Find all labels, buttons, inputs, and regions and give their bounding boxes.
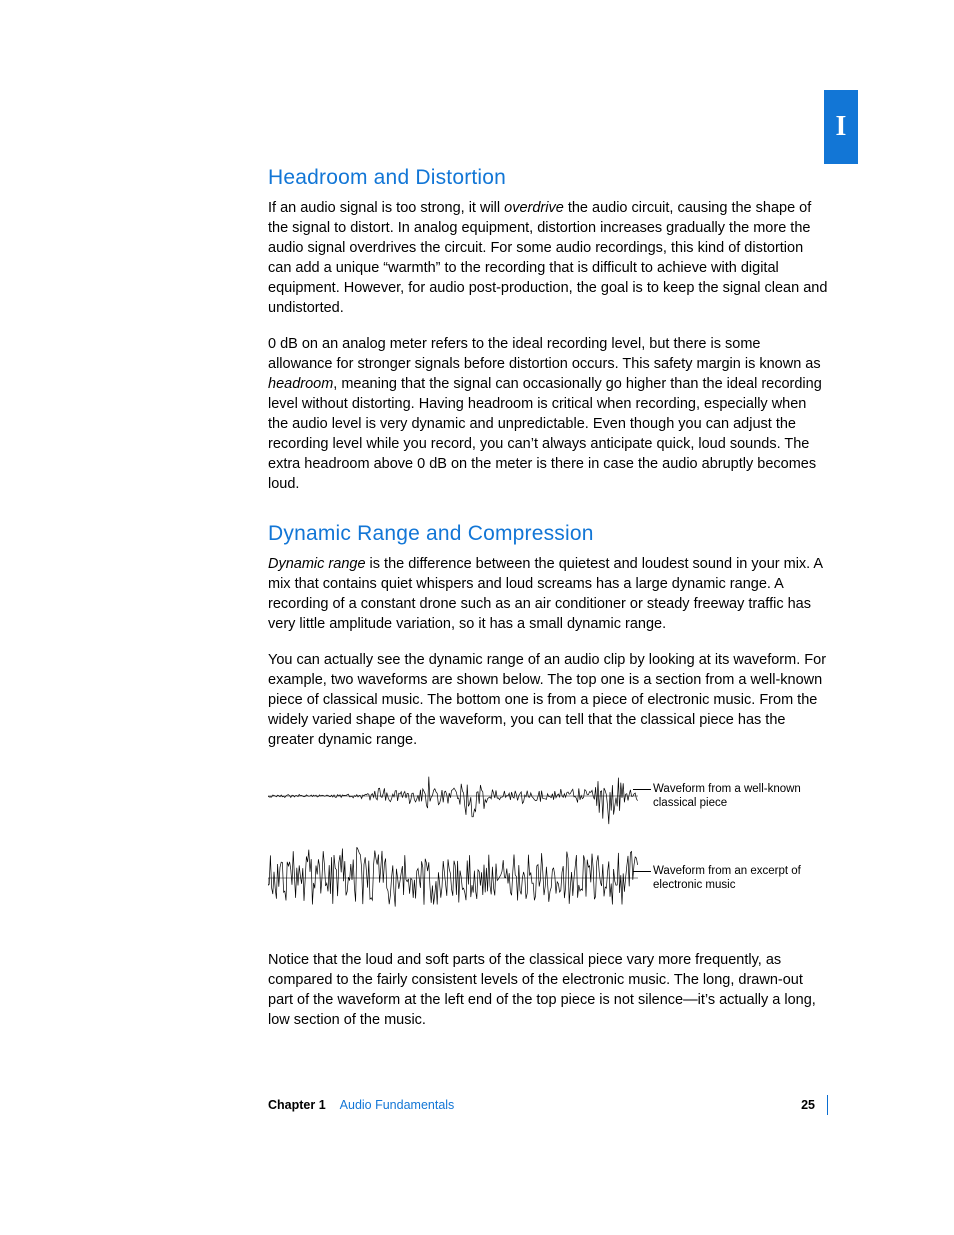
emphasis: headroom (268, 376, 333, 392)
text: 0 dB on an analog meter refers to the id… (268, 336, 821, 372)
leader-line (633, 789, 651, 790)
page-footer: Chapter 1 Audio Fundamentals 25 (268, 1095, 828, 1115)
text: the audio circuit, causing the shape of … (268, 200, 827, 316)
waveform-classical (268, 766, 638, 826)
page-number: 25 (801, 1098, 815, 1112)
text: If an audio signal is too strong, it wil… (268, 200, 504, 216)
emphasis: overdrive (504, 200, 564, 216)
caption-text: Waveform from an excerpt of electronic m… (653, 865, 801, 891)
paragraph: 0 dB on an analog meter refers to the id… (268, 334, 828, 494)
part-tab: I (824, 90, 858, 164)
paragraph: Dynamic range is the difference between … (268, 554, 828, 634)
caption-text: Waveform from a well-known classical pie… (653, 783, 801, 809)
text: , meaning that the signal can occasional… (268, 376, 822, 492)
waveform-classical-row: Waveform from a well-known classical pie… (268, 766, 828, 836)
heading-dynamic-range: Dynamic Range and Compression (268, 522, 828, 546)
emphasis: Dynamic range (268, 556, 366, 572)
paragraph: If an audio signal is too strong, it wil… (268, 198, 828, 318)
page-content: Headroom and Distortion If an audio sign… (268, 166, 828, 1046)
caption-classical: Waveform from a well-known classical pie… (653, 782, 823, 810)
waveform-electronic (268, 846, 638, 916)
heading-headroom: Headroom and Distortion (268, 166, 828, 190)
waveform-figure: Waveform from a well-known classical pie… (268, 766, 828, 926)
leader-line (633, 871, 651, 872)
waveform-electronic-row: Waveform from an excerpt of electronic m… (268, 846, 828, 916)
chapter-title: Audio Fundamentals (340, 1098, 455, 1112)
paragraph: You can actually see the dynamic range o… (268, 650, 828, 750)
caption-electronic: Waveform from an excerpt of electronic m… (653, 864, 823, 892)
chapter-label: Chapter 1 (268, 1098, 326, 1112)
paragraph: Notice that the loud and soft parts of t… (268, 950, 828, 1030)
